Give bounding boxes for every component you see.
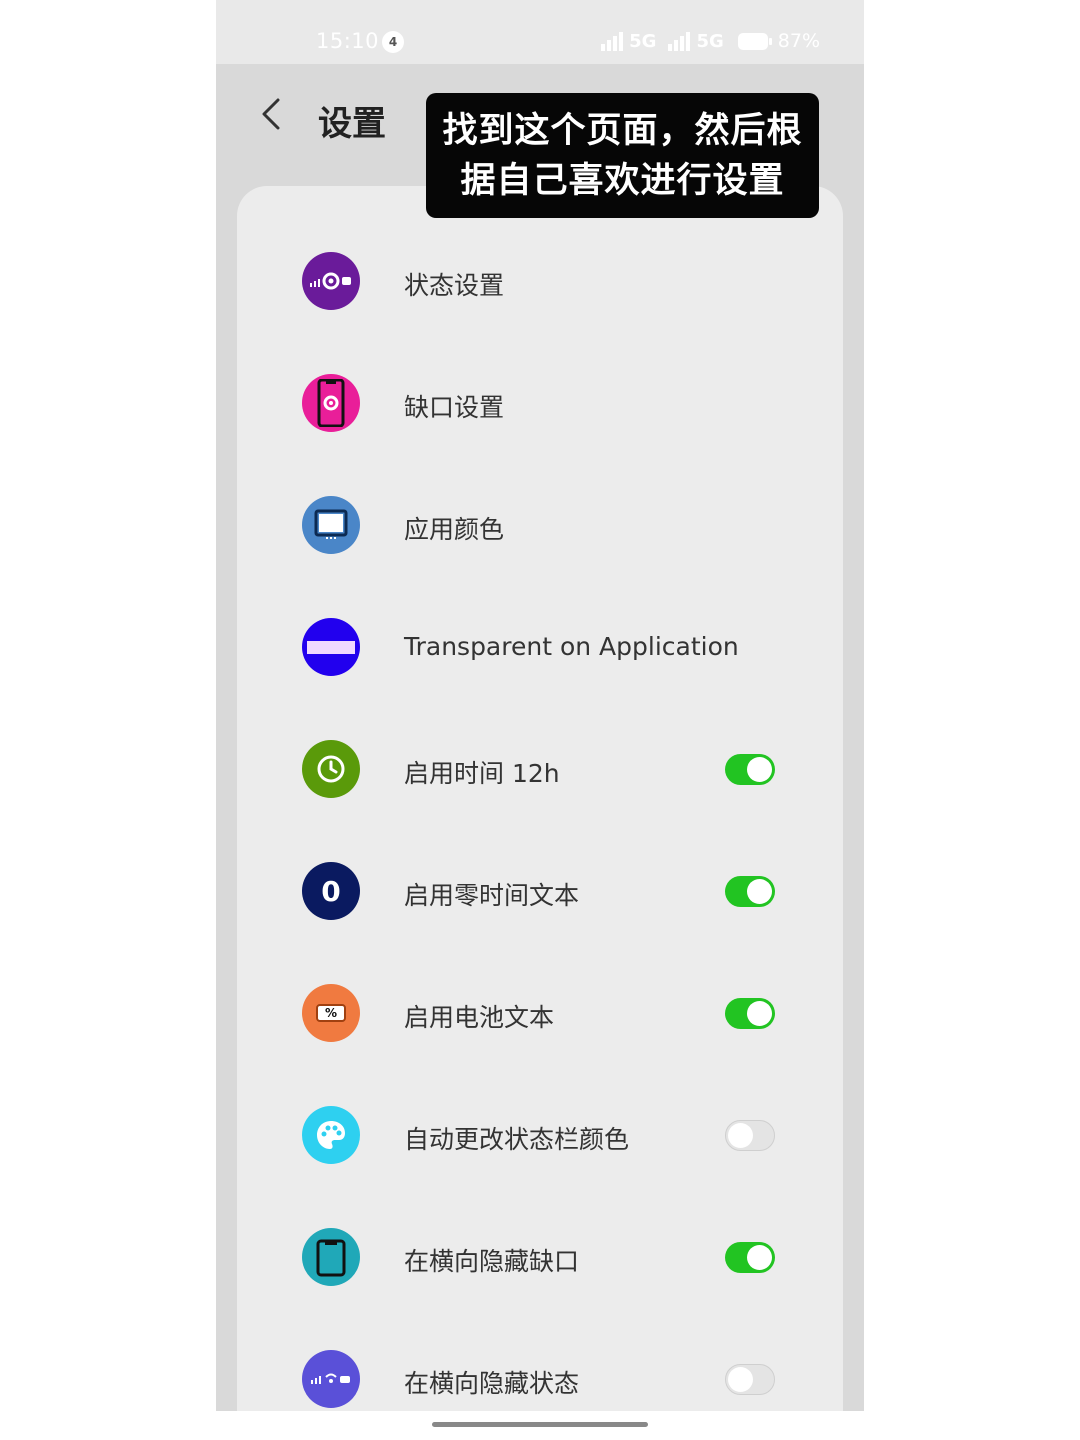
setting-row-battery-text[interactable]: % 启用电池文本 bbox=[237, 968, 843, 1058]
setting-row-transparent[interactable]: Transparent on Application bbox=[237, 602, 843, 692]
hide-status-toggle[interactable] bbox=[725, 1364, 775, 1395]
network-type-1: 5G bbox=[629, 30, 657, 52]
setting-row-app-color[interactable]: 应用颜色 bbox=[237, 480, 843, 570]
zero-icon: 0 bbox=[302, 862, 360, 920]
status-time: 15:10 bbox=[316, 29, 380, 53]
setting-row-time-12h[interactable]: 启用时间 12h bbox=[237, 724, 843, 814]
hide-notch-toggle[interactable] bbox=[725, 1242, 775, 1273]
setting-row-hide-notch[interactable]: 在横向隐藏缺口 bbox=[237, 1212, 843, 1302]
phone-gear-icon bbox=[302, 374, 360, 432]
battery-text-toggle[interactable] bbox=[725, 998, 775, 1029]
auto-color-toggle[interactable] bbox=[725, 1120, 775, 1151]
notification-badge: 4 bbox=[382, 31, 404, 53]
setting-label: 状态设置 bbox=[404, 271, 505, 300]
setting-label: 在横向隐藏状态 bbox=[404, 1369, 580, 1398]
time-12h-toggle[interactable] bbox=[725, 754, 775, 785]
network-type-2: 5G bbox=[696, 30, 724, 52]
battery-level: 87% bbox=[777, 30, 820, 52]
back-arrow-icon[interactable] bbox=[254, 96, 290, 132]
clock-icon bbox=[302, 740, 360, 798]
signal-icon bbox=[601, 31, 624, 51]
setting-label: 启用电池文本 bbox=[404, 1003, 555, 1032]
setting-label: 自动更改状态栏颜色 bbox=[404, 1125, 630, 1154]
callout-line-1: 找到这个页面，然后根 bbox=[442, 111, 803, 151]
status-indicators: 5G 5G 87% bbox=[601, 30, 820, 52]
setting-label: Transparent on Application bbox=[404, 632, 739, 661]
setting-label: 应用颜色 bbox=[404, 515, 505, 544]
status-gear-icon bbox=[302, 252, 360, 310]
signal-icon bbox=[668, 31, 691, 51]
setting-label: 缺口设置 bbox=[404, 393, 505, 422]
transparent-bar-icon bbox=[302, 618, 360, 676]
battery-percent-icon: % bbox=[302, 984, 360, 1042]
setting-row-zero-time[interactable]: 0 启用零时间文本 bbox=[237, 846, 843, 936]
setting-label: 在横向隐藏缺口 bbox=[404, 1247, 580, 1276]
setting-label: 启用时间 12h bbox=[404, 759, 560, 788]
palette-icon bbox=[302, 1106, 360, 1164]
battery-icon bbox=[737, 32, 772, 50]
page-title: 设置 bbox=[318, 104, 386, 144]
setting-row-hide-status[interactable]: 在横向隐藏状态 bbox=[237, 1334, 843, 1411]
instruction-callout: 找到这个页面，然后根 据自己喜欢进行设置 bbox=[426, 93, 819, 218]
setting-row-notch[interactable]: 缺口设置 bbox=[237, 358, 843, 448]
monitor-icon bbox=[302, 496, 360, 554]
callout-line-2: 据自己喜欢进行设置 bbox=[460, 161, 785, 201]
status-bar: 15:10 4 5G 5G 87% bbox=[216, 0, 864, 64]
setting-row-auto-color[interactable]: 自动更改状态栏颜色 bbox=[237, 1090, 843, 1180]
settings-list: 状态设置 缺口设置 应用颜色 Transparent on Applicatio… bbox=[237, 186, 843, 1411]
status-icons-icon bbox=[302, 1350, 360, 1408]
home-indicator[interactable] bbox=[432, 1422, 648, 1427]
phone-notch-icon bbox=[302, 1228, 360, 1286]
setting-row-status[interactable]: 状态设置 bbox=[237, 236, 843, 326]
zero-time-toggle[interactable] bbox=[725, 876, 775, 907]
setting-label: 启用零时间文本 bbox=[404, 881, 580, 910]
